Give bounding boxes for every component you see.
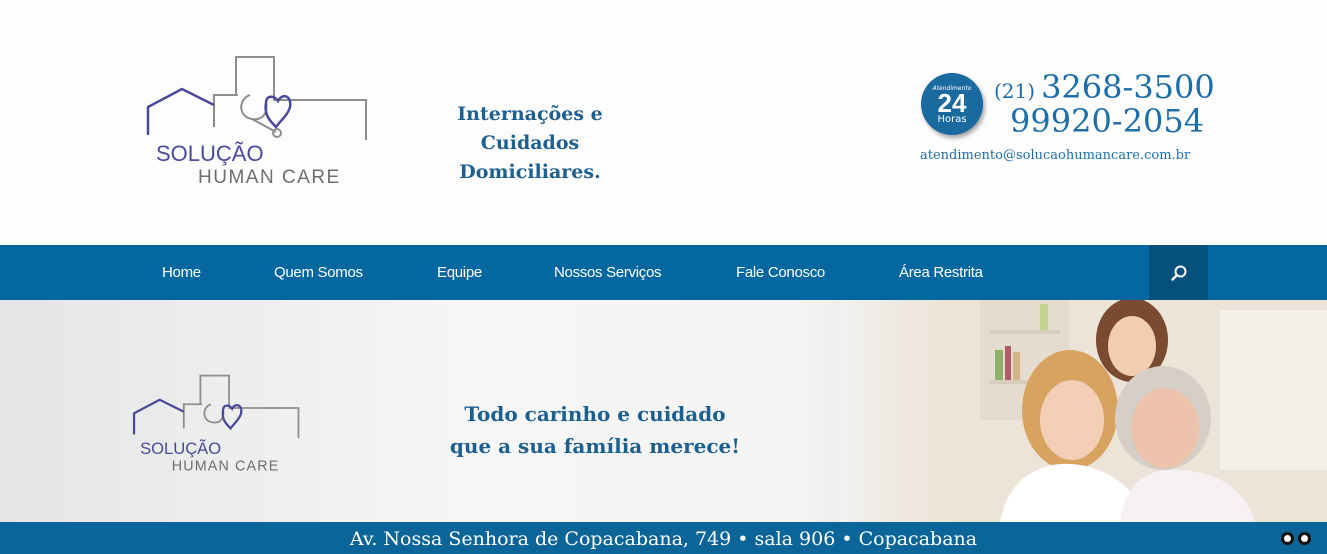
- family-photo: [840, 300, 1327, 522]
- tagline-line1: Internações e Cuidados: [457, 103, 603, 154]
- banner-logo: SOLUÇÃO HUMAN CARE: [132, 374, 300, 475]
- banner-logo-line1: SOLUÇÃO: [140, 438, 221, 458]
- nav-item-quem-somos[interactable]: Quem Somos: [274, 245, 363, 300]
- slider-dot-1[interactable]: [1281, 532, 1294, 545]
- nav-item-nossos-servicos[interactable]: Nossos Serviços: [554, 245, 662, 300]
- site-logo[interactable]: SOLUÇÃO HUMAN CARE: [140, 55, 372, 190]
- search-button[interactable]: [1149, 245, 1208, 300]
- contact-block: Atendimento 24 Horas (21) 3268-3500 99920…: [918, 68, 1218, 168]
- nav-item-equipe[interactable]: Equipe: [437, 245, 482, 300]
- tagline-line2: Domiciliares.: [459, 161, 601, 183]
- banner-logo-line2: HUMAN CARE: [172, 459, 280, 475]
- phone-primary-number: 3268-3500: [1041, 68, 1215, 106]
- nav-item-area-restrita[interactable]: Área Restrita: [899, 245, 983, 300]
- site-header: SOLUÇÃO HUMAN CARE Internações e Cuidado…: [0, 0, 1327, 245]
- slider-dot-2[interactable]: [1298, 532, 1311, 545]
- 24h-badge: Atendimento 24 Horas: [921, 73, 983, 135]
- hero-slider: SOLUÇÃO HUMAN CARE Todo carinho e cuidad…: [0, 300, 1327, 554]
- search-icon: [1170, 265, 1186, 281]
- slogan-line2: que a sua família merece!: [449, 434, 741, 458]
- phone-secondary[interactable]: 99920-2054: [1010, 102, 1204, 140]
- slogan-line1: Todo carinho e cuidado: [464, 402, 726, 426]
- banner-slogan: Todo carinho e cuidado que a sua família…: [440, 398, 750, 462]
- nav-item-home[interactable]: Home: [162, 245, 201, 300]
- logo-text-line1: SOLUÇÃO: [156, 141, 264, 166]
- main-nav: Home Quem Somos Equipe Nossos Serviços F…: [0, 245, 1327, 300]
- nav-item-fale-conosco[interactable]: Fale Conosco: [736, 245, 825, 300]
- tagline: Internações e Cuidados Domiciliares.: [410, 100, 650, 187]
- contact-email-link[interactable]: atendimento@solucaohumancare.com.br: [920, 148, 1190, 163]
- phone-primary[interactable]: (21) 3268-3500: [994, 68, 1215, 106]
- address-bar: Av. Nossa Senhora de Copacabana, 749 • s…: [0, 522, 1327, 554]
- badge-number: 24: [937, 88, 967, 118]
- area-code: (21): [994, 79, 1036, 103]
- slider-pagination: [1281, 532, 1311, 545]
- badge-bottom-text: Horas: [937, 114, 967, 125]
- logo-text-line2: HUMAN CARE: [198, 167, 341, 188]
